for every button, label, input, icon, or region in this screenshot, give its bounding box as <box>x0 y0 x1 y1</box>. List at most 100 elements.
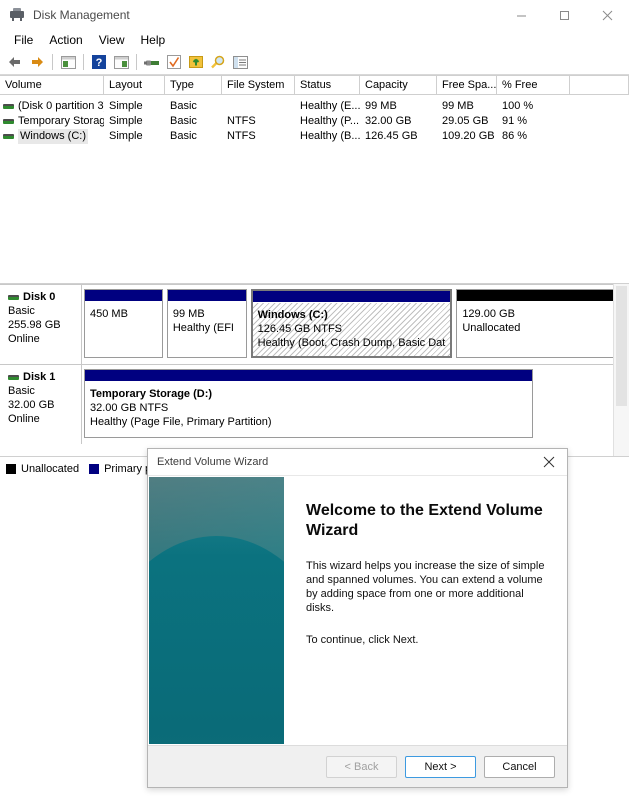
table-row[interactable]: (Disk 0 partition 3) Simple Basic Health… <box>0 99 629 114</box>
column-header-percent-free[interactable]: % Free <box>497 76 570 94</box>
menu-help[interactable]: Help <box>133 31 174 49</box>
wizard-title-bar: Extend Volume Wizard <box>148 449 567 475</box>
column-header-status[interactable]: Status <box>295 76 360 94</box>
cell-capacity: 126.45 GB <box>365 130 418 142</box>
column-header-spacer[interactable] <box>570 76 629 94</box>
back-icon[interactable] <box>4 51 26 73</box>
cell-volume: Temporary Storag... <box>0 114 104 129</box>
column-header-capacity[interactable]: Capacity <box>360 76 437 94</box>
cell-type: Basic <box>170 130 197 142</box>
disk-row-1[interactable]: Disk 1 Basic 32.00 GB Online Temporary S… <box>0 364 629 444</box>
show-hide-action-pane-icon[interactable] <box>110 51 132 73</box>
close-icon[interactable] <box>586 0 629 30</box>
cell-percent-free: 86 % <box>502 130 528 142</box>
next-button[interactable]: Next > <box>405 755 476 778</box>
disk-icon <box>8 374 19 380</box>
disk-title-0: Disk 0 <box>8 291 81 303</box>
scrollbar-thumb[interactable] <box>616 286 627 406</box>
column-header-volume[interactable]: Volume <box>0 76 104 94</box>
partition-block-unallocated[interactable]: 129.00 GB Unallocated <box>456 289 623 358</box>
volume-name: Temporary Storag... <box>18 115 104 127</box>
rescan-disks-icon[interactable] <box>163 51 185 73</box>
cell-type: Basic <box>170 115 197 127</box>
cell-percent-free: 100 % <box>502 100 534 112</box>
search-icon[interactable] <box>207 51 229 73</box>
forward-icon[interactable] <box>26 51 48 73</box>
graphical-disk-view[interactable]: Disk 0 Basic 255.98 GB Online 450 MB 99 … <box>0 284 629 457</box>
window-controls <box>500 0 629 30</box>
extend-volume-wizard-dialog[interactable]: Extend Volume Wizard Welcome to the Exte… <box>147 448 568 788</box>
close-icon[interactable] <box>531 449 567 475</box>
partition-status: Healthy (Page File, Primary Partition) <box>90 416 272 428</box>
menu-view[interactable]: View <box>91 31 133 49</box>
column-header-layout[interactable]: Layout <box>104 76 165 94</box>
table-row[interactable]: Windows (C:) Simple Basic NTFS Healthy (… <box>0 129 629 144</box>
partition-body: 450 MB <box>85 302 162 357</box>
properties-icon[interactable] <box>141 51 163 73</box>
column-header-free-space[interactable]: Free Spa... <box>437 76 497 94</box>
menu-file[interactable]: File <box>6 31 41 49</box>
cell-free-space: 29.05 GB <box>442 115 489 127</box>
help-icon[interactable]: ? <box>88 51 110 73</box>
partition-block[interactable]: 99 MB Healthy (EFI <box>166 289 247 358</box>
partition-size: 129.00 GB <box>462 308 515 320</box>
partition-color-bar <box>167 290 246 302</box>
disk-size: 255.98 GB <box>8 319 61 331</box>
cell-capacity: 99 MB <box>365 100 397 112</box>
partition-color-bar <box>85 290 162 302</box>
disk-title-1: Disk 1 <box>8 371 81 383</box>
partition-block-temporary-storage-d[interactable]: Temporary Storage (D:) 32.00 GB NTFS Hea… <box>84 369 533 438</box>
partition-body: Temporary Storage (D:) 32.00 GB NTFS Hea… <box>85 382 532 437</box>
details-icon[interactable] <box>229 51 251 73</box>
cell-status: Healthy (P... <box>300 115 360 127</box>
partition-body: 129.00 GB Unallocated <box>457 302 622 357</box>
table-row[interactable]: Temporary Storag... Simple Basic NTFS He… <box>0 114 629 129</box>
disk-info-1[interactable]: Disk 1 Basic 32.00 GB Online <box>0 365 82 444</box>
volume-name: Windows (C:) <box>18 129 89 144</box>
column-header-type[interactable]: Type <box>165 76 222 94</box>
window-title: Disk Management <box>33 8 130 22</box>
cell-volume: Windows (C:) <box>0 129 104 144</box>
cell-volume: (Disk 0 partition 3) <box>0 99 104 114</box>
partition-block[interactable]: 450 MB <box>84 289 163 358</box>
menu-action[interactable]: Action <box>41 31 90 49</box>
disk-icon <box>8 294 19 300</box>
toolbar-separator <box>52 54 53 70</box>
disk-type: Basic <box>8 385 35 397</box>
volume-list-header: Volume Layout Type File System Status Ca… <box>0 75 629 95</box>
disk-state: Online <box>8 333 40 345</box>
partition-size: 99 MB <box>172 308 205 320</box>
cell-layout: Simple <box>109 130 143 142</box>
cell-status: Healthy (E... <box>300 100 360 112</box>
partition-body: 99 MB Healthy (EFI <box>168 302 246 357</box>
export-list-icon[interactable] <box>185 51 207 73</box>
back-button[interactable]: < Back <box>326 755 397 778</box>
disk-pane-scrollbar[interactable] <box>613 284 629 456</box>
cell-status: Healthy (B... <box>300 130 360 142</box>
partition-size: 450 MB <box>90 308 128 320</box>
partition-strip-1: Temporary Storage (D:) 32.00 GB NTFS Hea… <box>82 365 629 444</box>
disk-state: Online <box>8 413 40 425</box>
cell-file-system: NTFS <box>227 115 256 127</box>
disk-info-0[interactable]: Disk 0 Basic 255.98 GB Online <box>0 285 82 364</box>
cell-layout: Simple <box>109 115 143 127</box>
partition-block-windows-c[interactable]: Windows (C:) 126.45 GB NTFS Healthy (Boo… <box>250 289 453 358</box>
wizard-paragraph-2: To continue, click Next. <box>306 634 419 646</box>
volume-name: (Disk 0 partition 3) <box>18 100 104 112</box>
maximize-icon[interactable] <box>543 0 586 30</box>
cell-percent-free: 91 % <box>502 115 528 127</box>
column-header-file-system[interactable]: File System <box>222 76 295 94</box>
title-bar: Disk Management <box>0 0 629 30</box>
legend-item-unallocated: Unallocated <box>6 463 79 475</box>
partition-label: Temporary Storage (D:) <box>90 388 213 400</box>
wizard-footer: < Back Next > Cancel <box>148 745 567 787</box>
cancel-button[interactable]: Cancel <box>484 755 555 778</box>
legend-label: Unallocated <box>21 463 80 475</box>
disk-row-0[interactable]: Disk 0 Basic 255.98 GB Online 450 MB 99 … <box>0 284 629 364</box>
volume-list[interactable]: Volume Layout Type File System Status Ca… <box>0 75 629 284</box>
toolbar: ? <box>0 50 629 75</box>
minimize-icon[interactable] <box>500 0 543 30</box>
show-hide-console-tree-icon[interactable] <box>57 51 79 73</box>
menu-bar: File Action View Help <box>0 30 629 50</box>
wizard-paragraph-1: This wizard helps you increase the size … <box>306 560 545 614</box>
